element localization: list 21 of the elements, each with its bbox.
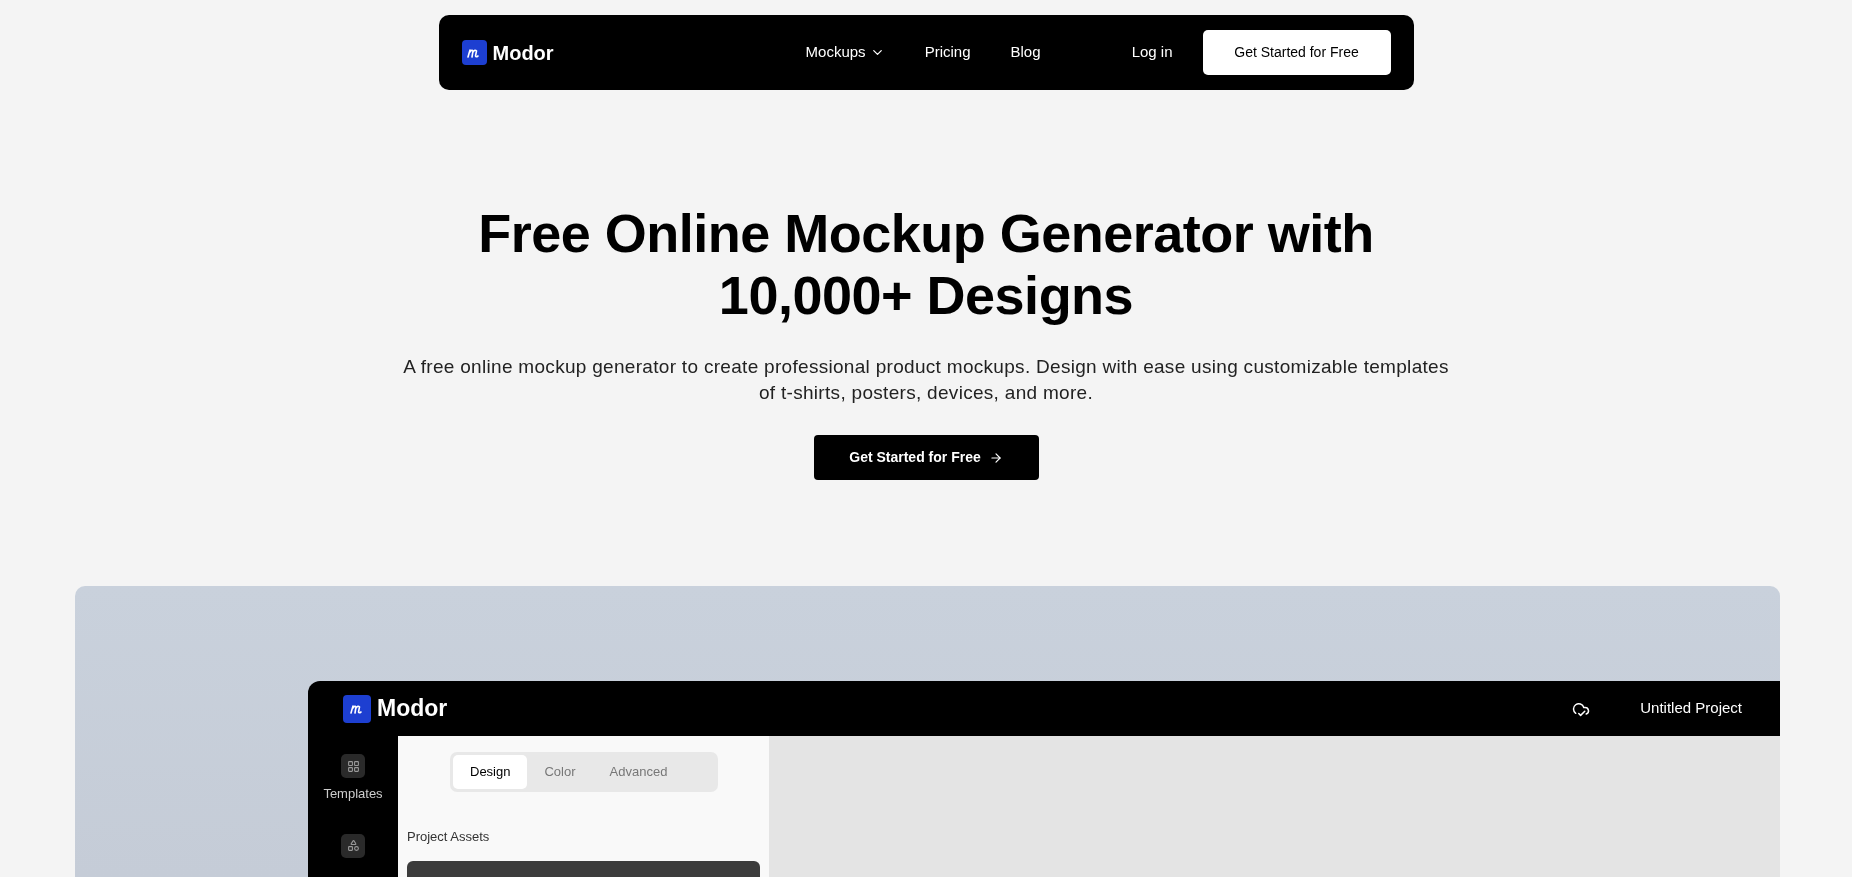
login-link[interactable]: Log in bbox=[1131, 41, 1173, 64]
arrow-right-icon bbox=[988, 450, 1003, 465]
logo-text[interactable]: Modor bbox=[492, 37, 554, 68]
nav-link[interactable]: Blog bbox=[1010, 41, 1041, 64]
section-title: Project Assets bbox=[407, 828, 491, 846]
nav-link[interactable]: Pricing bbox=[924, 41, 971, 64]
logo-icon bbox=[461, 40, 487, 65]
sidebar-label[interactable]: Templates bbox=[323, 784, 383, 804]
hero-subtitle: A free online mockup generator to create professional product mockups. Design with ease using customizable templates of t-shirts, posters, devices, and more. bbox=[402, 355, 1450, 405]
project-title: Untitled Project bbox=[1640, 698, 1742, 719]
get-started-button[interactable]: Get Started for Free bbox=[813, 435, 1039, 480]
hero-title: Free Online Mockup Generator with 10,000+ Designs bbox=[477, 202, 1375, 326]
tab[interactable]: Advanced bbox=[592, 755, 685, 789]
shapes-icon[interactable] bbox=[341, 833, 365, 858]
nav-link[interactable]: Mockups bbox=[805, 41, 885, 64]
logo-icon bbox=[343, 694, 371, 723]
logo-text[interactable]: Modor bbox=[377, 691, 448, 726]
tab[interactable]: Color bbox=[527, 755, 593, 789]
get-started-button[interactable]: Get Started for Free bbox=[1202, 30, 1391, 75]
grid-icon[interactable] bbox=[341, 754, 365, 778]
tab[interactable]: Design bbox=[453, 755, 528, 789]
